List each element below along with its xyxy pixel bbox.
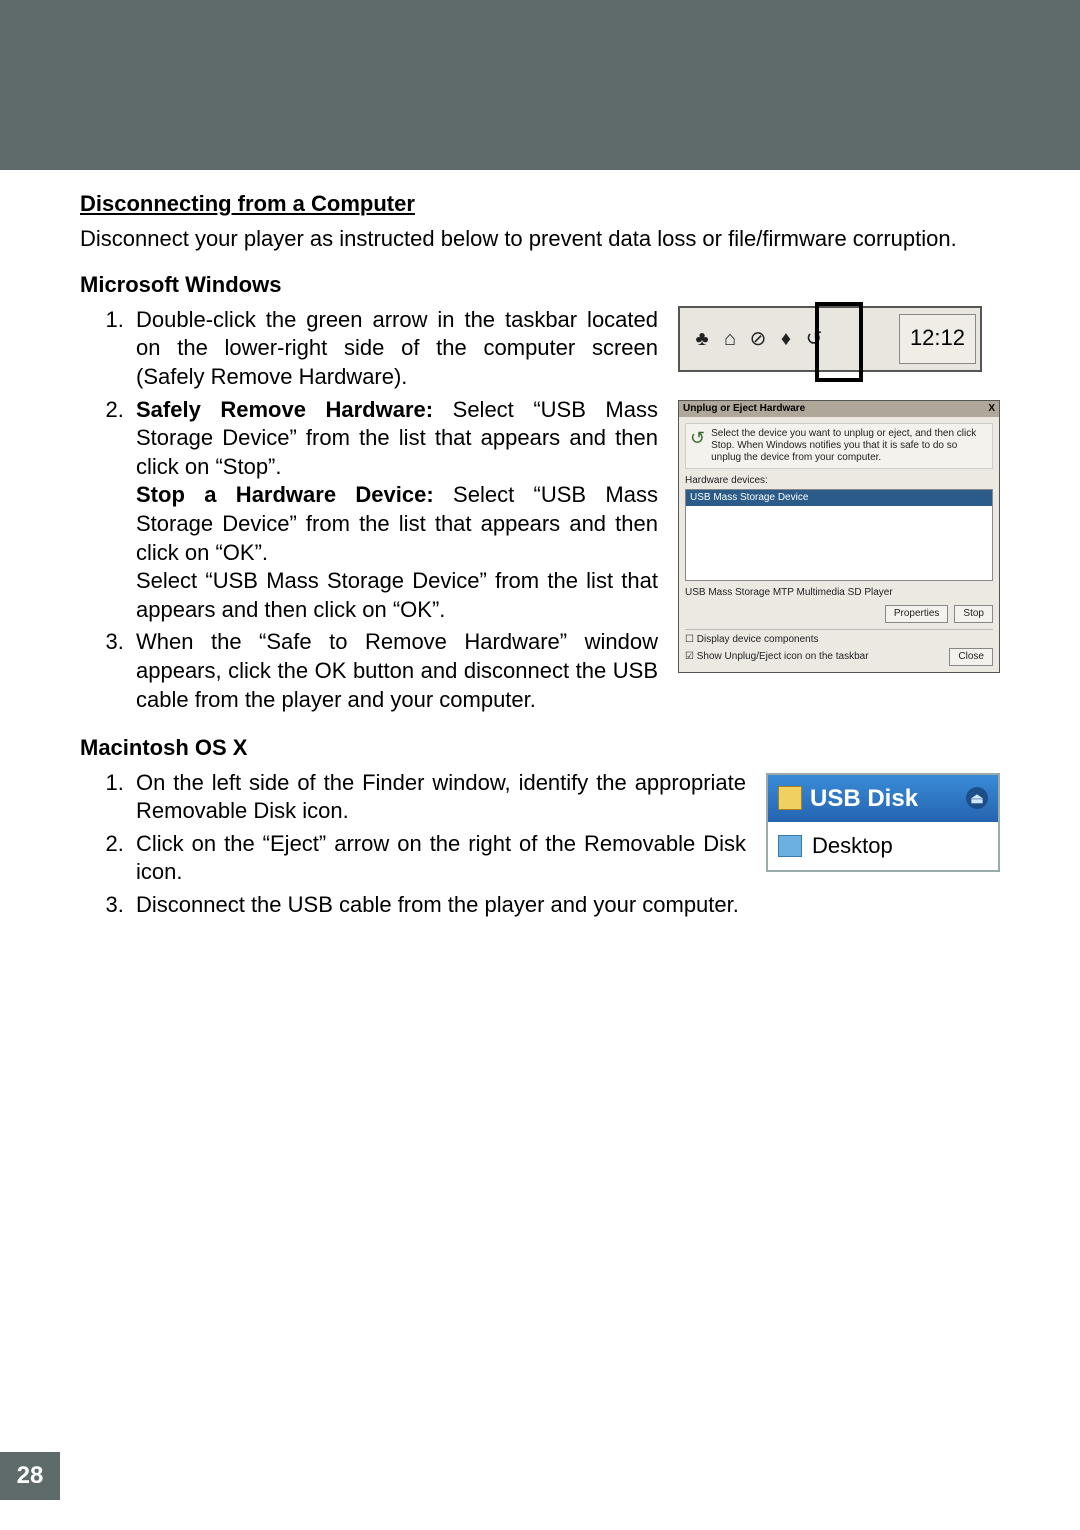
intro-paragraph: Disconnect your player as instructed bel… [80,225,1000,254]
hardware-listbox: USB Mass Storage Device [685,489,993,581]
mac-image: USB Disk ⏏ Desktop [766,769,1000,873]
taskbar-clock: 12:12 [899,314,976,364]
mac-step-3: Disconnect the USB cable from the player… [130,891,1050,920]
windows-step-1: Double-click the green arrow in the task… [130,306,658,392]
finder-sidebar-screenshot: USB Disk ⏏ Desktop [766,773,1000,873]
windows-images: ♣ ⌂ ⊘ ♦ ↺ 12:12 Unplug or Eject Hardware… [678,306,1000,673]
tray-icon-3: ⊘ [746,327,770,351]
mac-heading: Macintosh OS X [80,734,1000,763]
manual-page: 28 Disconnecting from a Computer Disconn… [0,0,1080,1530]
windows-heading: Microsoft Windows [80,271,1000,300]
eject-icon: ↺ [690,428,705,464]
close-button: Close [949,648,993,666]
taskbar-screenshot: ♣ ⌂ ⊘ ♦ ↺ 12:12 [678,306,982,372]
tray-icon-2: ⌂ [718,327,742,351]
mac-block: On the left side of the Finder window, i… [80,769,1000,891]
tray-icon-1: ♣ [690,327,714,351]
properties-button: Properties [885,605,949,623]
selected-device: USB Mass Storage Device [686,490,992,506]
hardware-devices-label: Hardware devices: [685,475,993,487]
desktop-label: Desktop [812,832,893,861]
tray-icons: ♣ ⌂ ⊘ ♦ ↺ [690,327,826,351]
dialog-titlebar: Unplug or Eject Hardware X [679,401,999,417]
usb-disk-icon [778,786,802,810]
checkbox-show-icon: ☑ Show Unplug/Eject icon on the taskbar [685,651,869,663]
stop-hardware-label: Stop a Hardware Device: [136,482,434,507]
mac-step-2: Click on the “Eject” arrow on the right … [130,830,746,887]
safely-remove-label: Safely Remove Hardware: [136,397,433,422]
desktop-icon [778,835,802,857]
tray-icon-4: ♦ [774,327,798,351]
mac-steps: On the left side of the Finder window, i… [80,769,746,891]
highlight-box [815,302,863,382]
unplug-dialog-screenshot: Unplug or Eject Hardware X ↺ Select the … [678,400,1000,673]
eject-icon: ⏏ [966,787,988,809]
windows-step-3: When the “Safe to Remove Hardware” windo… [130,628,658,714]
dialog-instruction: ↺ Select the device you want to unplug o… [685,423,993,469]
windows-steps: Double-click the green arrow in the task… [80,306,658,718]
close-icon: X [988,403,995,415]
stop-button: Stop [954,605,993,623]
dialog-instruction-text: Select the device you want to unplug or … [711,428,988,464]
mac-step-1: On the left side of the Finder window, i… [130,769,746,826]
header-band [0,0,1080,170]
windows-step-2: Safely Remove Hardware: Select “USB Mass… [130,396,658,625]
content-body: Disconnecting from a Computer Disconnect… [80,190,1000,924]
device-description: USB Mass Storage MTP Multimedia SD Playe… [685,587,993,599]
windows-step-2c: Select “USB Mass Storage Device” from th… [136,568,658,622]
page-number: 28 [0,1452,60,1500]
dialog-title: Unplug or Eject Hardware [683,403,805,415]
windows-block: Double-click the green arrow in the task… [80,306,1000,718]
desktop-row: Desktop [768,822,998,871]
section-title: Disconnecting from a Computer [80,190,1000,219]
usb-disk-label: USB Disk [810,783,918,814]
usb-disk-row: USB Disk ⏏ [768,775,998,822]
checkbox-display-components: ☐ Display device components [685,634,993,646]
